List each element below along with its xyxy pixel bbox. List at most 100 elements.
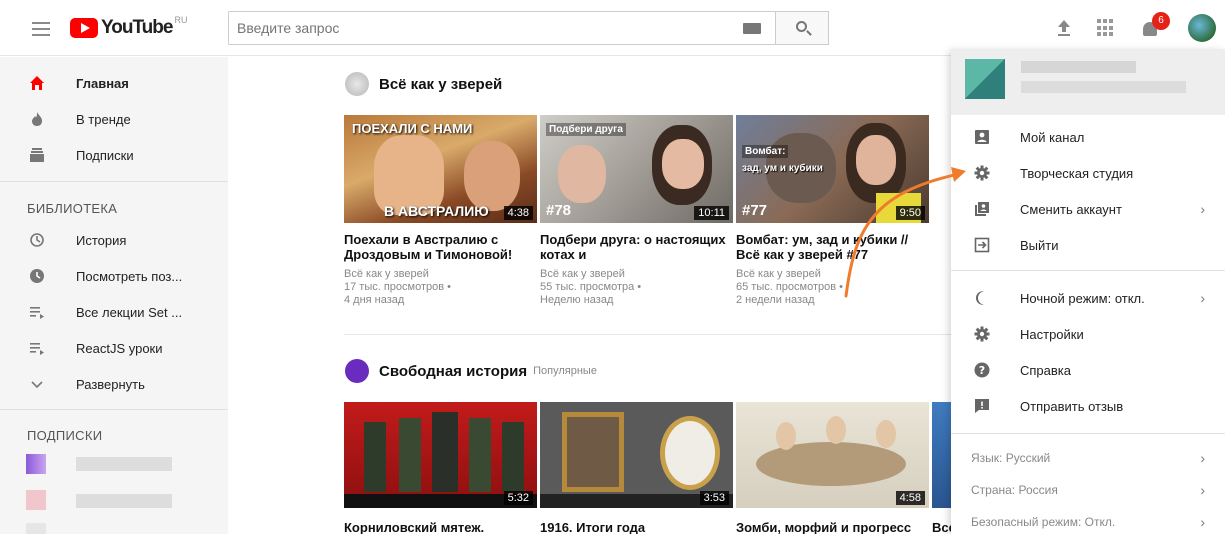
sidebar-item-subscriptions[interactable]: Подписки [0, 137, 228, 173]
channel-avatar[interactable] [345, 72, 369, 96]
menu-item-label: Справка [1020, 362, 1071, 378]
sidebar-item-label: Все лекции Set ... [76, 304, 183, 320]
video-thumbnail[interactable]: 4:58 [736, 402, 929, 508]
svg-text:?: ? [979, 364, 985, 377]
shelf-title[interactable]: Свободная история [379, 363, 527, 380]
sidebar-item-playlist-react[interactable]: ReactJS уроки [0, 330, 228, 366]
thumbnail-overlay-text: #77 [742, 202, 768, 219]
masthead: YouTube RU 6 [0, 0, 1225, 56]
video-channel[interactable]: Всё как у зверей [344, 268, 534, 281]
upload-icon[interactable] [1052, 16, 1076, 40]
shelf-header[interactable]: Всё как у зверей [345, 72, 502, 96]
video-title[interactable]: 1916. Итоги года [540, 520, 730, 534]
menu-item-help[interactable]: ? Справка [951, 352, 1225, 388]
video-duration: 3:53 [699, 491, 729, 505]
clock-icon [30, 269, 44, 283]
video-title[interactable]: Поехали в Австралию с Дроздовым и Тимоно… [344, 232, 534, 262]
menu-item-label: Творческая студия [1020, 165, 1134, 181]
video-duration: 4:38 [503, 206, 533, 220]
youtube-logo[interactable]: YouTube RU [70, 15, 188, 38]
sidebar-item-watch-later[interactable]: Посмотреть поз... [0, 258, 228, 294]
guide-sidebar: Главная В тренде Подписки БИБЛИОТЕКА Ист… [0, 57, 228, 534]
subscription-avatar[interactable] [26, 523, 46, 534]
menu-icon[interactable] [32, 22, 50, 36]
account-menu-avatar [965, 59, 1005, 99]
sidebar-item-home[interactable]: Главная [0, 65, 228, 101]
help-icon: ? [974, 362, 990, 378]
video-thumbnail[interactable]: ПОЕХАЛИ С НАМИ В АВСТРАЛИЮ 4:38 [344, 115, 537, 223]
menu-item-restricted-mode[interactable]: Безопасный режим: Откл. › [951, 506, 1225, 534]
sidebar-item-expand[interactable]: Развернуть [0, 366, 228, 402]
sidebar-item-label: Главная [76, 75, 129, 91]
video-views: 65 тыс. просмотров • [736, 281, 844, 293]
shelf-header[interactable]: Свободная история Популярные [345, 359, 597, 383]
menu-item-settings[interactable]: Настройки [951, 316, 1225, 352]
account-menu: Мой канал Творческая студия Сменить акка… [951, 49, 1225, 534]
search-input[interactable] [229, 12, 719, 44]
menu-item-creator-studio[interactable]: Творческая студия [951, 155, 1225, 191]
gear-icon [974, 326, 990, 342]
video-title[interactable]: Зомби, морфий и прогресс [736, 520, 926, 534]
keyboard-icon[interactable] [743, 23, 761, 34]
menu-item-my-channel[interactable]: Мой канал [951, 119, 1225, 155]
shelf-title[interactable]: Всё как у зверей [379, 76, 502, 93]
account-header [951, 49, 1225, 115]
account-name [1021, 61, 1136, 73]
account-avatar[interactable] [1188, 14, 1216, 42]
video-channel[interactable]: Всё как у зверей [736, 268, 926, 281]
video-title[interactable]: Вомбат: ум, зад и кубики // Всё как у зв… [736, 232, 926, 262]
subscription-avatar[interactable] [26, 454, 46, 474]
menu-item-feedback[interactable]: Отправить отзыв [951, 388, 1225, 424]
apps-grid-icon[interactable] [1094, 16, 1118, 40]
video-title[interactable]: Все [932, 520, 951, 534]
search-button[interactable] [775, 11, 829, 45]
menu-item-sign-out[interactable]: Выйти [951, 227, 1225, 263]
video-age: 4 дня назад [344, 294, 405, 306]
chevron-right-icon: › [1200, 450, 1205, 466]
menu-item-switch-account[interactable]: Сменить аккаунт › [951, 191, 1225, 227]
logo-region: RU [174, 15, 188, 25]
channel-avatar[interactable] [345, 359, 369, 383]
logo-text: YouTube [101, 17, 173, 38]
menu-item-label: Ночной режим: откл. [1020, 290, 1145, 306]
chevron-down-icon [31, 381, 43, 389]
menu-item-language[interactable]: Язык: Русский › [951, 442, 1225, 474]
feedback-icon [975, 399, 989, 413]
thumbnail-overlay-text: #78 [546, 202, 572, 219]
subscription-name[interactable] [76, 457, 172, 471]
video-title[interactable]: Подбери друга: о настоящих котах и [540, 232, 730, 262]
notifications-bell-icon[interactable]: 6 [1140, 12, 1170, 40]
chevron-right-icon: › [1200, 290, 1205, 306]
thumbnail-overlay-text: Вомбат: [742, 145, 789, 158]
menu-divider [951, 270, 1225, 271]
switch-account-icon [975, 202, 989, 216]
sidebar-item-label: История [76, 232, 127, 248]
thumbnail-overlay-text: В АВСТРАЛИЮ [384, 203, 489, 219]
video-thumbnail[interactable]: Вомбат: зад, ум и кубики #77 9:50 [736, 115, 929, 223]
subscription-name[interactable] [76, 494, 172, 508]
notification-badge: 6 [1152, 12, 1170, 30]
video-thumbnail[interactable] [932, 402, 951, 508]
sidebar-item-playlist-set[interactable]: Все лекции Set ... [0, 294, 228, 330]
home-icon [30, 76, 44, 90]
menu-item-label: Отправить отзыв [1020, 398, 1124, 414]
menu-item-label: Страна: Россия [971, 483, 1058, 497]
sidebar-item-label: Посмотреть поз... [76, 268, 183, 284]
gear-icon [974, 165, 990, 181]
sidebar-item-trending[interactable]: В тренде [0, 101, 228, 137]
exit-icon [974, 237, 990, 253]
video-thumbnail[interactable]: 3:53 [540, 402, 733, 508]
video-channel[interactable]: Всё как у зверей [540, 268, 730, 281]
video-views: 17 тыс. просмотров • [344, 281, 452, 293]
menu-item-dark-mode[interactable]: Ночной режим: откл. › [951, 280, 1225, 316]
moon-icon [976, 291, 984, 305]
sidebar-item-history[interactable]: История [0, 222, 228, 258]
subscriptions-icon [30, 148, 44, 162]
video-title[interactable]: Корниловский мятеж. [344, 520, 534, 534]
video-thumbnail[interactable]: 5:32 [344, 402, 537, 508]
sidebar-divider [0, 181, 228, 182]
menu-item-country[interactable]: Страна: Россия › [951, 474, 1225, 506]
sidebar-item-label: Подписки [76, 147, 134, 163]
subscription-avatar[interactable] [26, 490, 46, 510]
video-thumbnail[interactable]: Подбери друга #78 10:11 [540, 115, 733, 223]
